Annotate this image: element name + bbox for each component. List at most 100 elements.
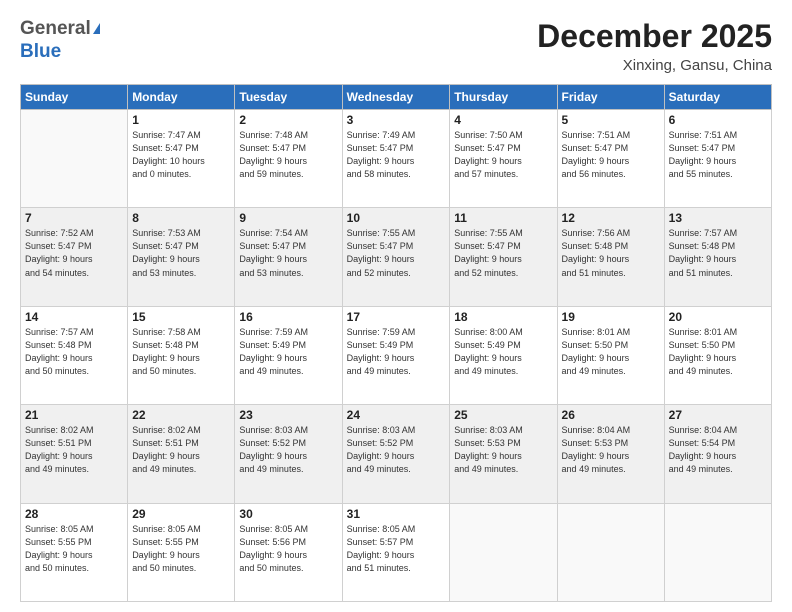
cell-details: Sunrise: 7:52 AM Sunset: 5:47 PM Dayligh… [25, 227, 123, 279]
logo: General Blue [20, 18, 100, 64]
calendar-cell: 13 Sunrise: 7:57 AM Sunset: 5:48 PM Dayli… [664, 208, 771, 306]
cell-details: Sunrise: 7:59 AM Sunset: 5:49 PM Dayligh… [347, 326, 446, 378]
cell-details: Sunrise: 8:01 AM Sunset: 5:50 PM Dayligh… [562, 326, 660, 378]
calendar-cell: 15 Sunrise: 7:58 AM Sunset: 5:48 PM Dayli… [128, 306, 235, 404]
logo-general: General [20, 18, 91, 39]
day-number: 20 [669, 310, 767, 324]
header: General Blue December 2025 Xinxing, Gans… [20, 18, 772, 74]
logo-triangle-icon [93, 23, 100, 34]
cell-details: Sunrise: 7:50 AM Sunset: 5:47 PM Dayligh… [454, 129, 552, 181]
calendar-week-row: 1 Sunrise: 7:47 AM Sunset: 5:47 PM Daylig… [21, 110, 772, 208]
day-number: 11 [454, 211, 552, 225]
day-number: 14 [25, 310, 123, 324]
calendar-header-row: SundayMondayTuesdayWednesdayThursdayFrid… [21, 85, 772, 110]
calendar-cell: 30Sunrise: 8:05 AM Sunset: 5:56 PM Dayli… [235, 503, 342, 601]
cell-details: Sunrise: 8:02 AM Sunset: 5:51 PM Dayligh… [132, 424, 230, 476]
day-number: 4 [454, 113, 552, 127]
day-number: 9 [239, 211, 337, 225]
day-header-sunday: Sunday [21, 85, 128, 110]
calendar-cell: 4 Sunrise: 7:50 AM Sunset: 5:47 PM Daylig… [450, 110, 557, 208]
calendar-cell: 3 Sunrise: 7:49 AM Sunset: 5:47 PM Daylig… [342, 110, 450, 208]
day-number: 15 [132, 310, 230, 324]
cell-details: Sunrise: 7:55 AM Sunset: 5:47 PM Dayligh… [454, 227, 552, 279]
cell-details: Sunrise: 8:03 AM Sunset: 5:52 PM Dayligh… [347, 424, 446, 476]
day-header-wednesday: Wednesday [342, 85, 450, 110]
calendar-cell: 29 Sunrise: 8:05 AM Sunset: 5:55 PM Dayli… [128, 503, 235, 601]
day-number: 27 [669, 408, 767, 422]
calendar-cell: 2Sunrise: 7:48 AM Sunset: 5:47 PM Daylig… [235, 110, 342, 208]
day-number: 8 [132, 211, 230, 225]
cell-details: Sunrise: 7:59 AM Sunset: 5:49 PM Dayligh… [239, 326, 337, 378]
day-number: 23 [239, 408, 337, 422]
day-header-saturday: Saturday [664, 85, 771, 110]
day-header-thursday: Thursday [450, 85, 557, 110]
day-number: 26 [562, 408, 660, 422]
cell-details: Sunrise: 8:01 AM Sunset: 5:50 PM Dayligh… [669, 326, 767, 378]
calendar-cell [450, 503, 557, 601]
day-number: 10 [347, 211, 446, 225]
calendar-cell: 10 Sunrise: 7:55 AM Sunset: 5:47 PM Dayli… [342, 208, 450, 306]
cell-details: Sunrise: 7:57 AM Sunset: 5:48 PM Dayligh… [669, 227, 767, 279]
calendar-cell: 23Sunrise: 8:03 AM Sunset: 5:52 PM Dayli… [235, 405, 342, 503]
cell-details: Sunrise: 7:49 AM Sunset: 5:47 PM Dayligh… [347, 129, 446, 181]
day-number: 6 [669, 113, 767, 127]
cell-details: Sunrise: 8:03 AM Sunset: 5:53 PM Dayligh… [454, 424, 552, 476]
calendar-cell: 14 Sunrise: 7:57 AM Sunset: 5:48 PM Dayli… [21, 306, 128, 404]
cell-details: Sunrise: 8:04 AM Sunset: 5:54 PM Dayligh… [669, 424, 767, 476]
day-number: 31 [347, 507, 446, 521]
cell-details: Sunrise: 7:54 AM Sunset: 5:47 PM Dayligh… [239, 227, 337, 279]
calendar-cell: 24 Sunrise: 8:03 AM Sunset: 5:52 PM Dayli… [342, 405, 450, 503]
title-block: December 2025 Xinxing, Gansu, China [537, 18, 772, 74]
calendar-cell: 7 Sunrise: 7:52 AM Sunset: 5:47 PM Daylig… [21, 208, 128, 306]
calendar-cell: 11 Sunrise: 7:55 AM Sunset: 5:47 PM Dayli… [450, 208, 557, 306]
calendar-cell: 1 Sunrise: 7:47 AM Sunset: 5:47 PM Daylig… [128, 110, 235, 208]
cell-details: Sunrise: 7:56 AM Sunset: 5:48 PM Dayligh… [562, 227, 660, 279]
cell-details: Sunrise: 7:57 AM Sunset: 5:48 PM Dayligh… [25, 326, 123, 378]
calendar-cell: 22 Sunrise: 8:02 AM Sunset: 5:51 PM Dayli… [128, 405, 235, 503]
calendar-week-row: 14 Sunrise: 7:57 AM Sunset: 5:48 PM Dayli… [21, 306, 772, 404]
day-number: 12 [562, 211, 660, 225]
cell-details: Sunrise: 8:05 AM Sunset: 5:57 PM Dayligh… [347, 523, 446, 575]
day-number: 22 [132, 408, 230, 422]
day-number: 1 [132, 113, 230, 127]
calendar-cell: 19Sunrise: 8:01 AM Sunset: 5:50 PM Dayli… [557, 306, 664, 404]
day-number: 13 [669, 211, 767, 225]
day-number: 3 [347, 113, 446, 127]
day-header-friday: Friday [557, 85, 664, 110]
day-number: 25 [454, 408, 552, 422]
calendar-cell: 16 Sunrise: 7:59 AM Sunset: 5:49 PM Dayli… [235, 306, 342, 404]
day-number: 16 [239, 310, 337, 324]
calendar-cell [21, 110, 128, 208]
calendar-cell: 6 Sunrise: 7:51 AM Sunset: 5:47 PM Daylig… [664, 110, 771, 208]
calendar-cell [557, 503, 664, 601]
calendar-week-row: 21Sunrise: 8:02 AM Sunset: 5:51 PM Dayli… [21, 405, 772, 503]
calendar-cell: 9 Sunrise: 7:54 AM Sunset: 5:47 PM Daylig… [235, 208, 342, 306]
day-number: 5 [562, 113, 660, 127]
cell-details: Sunrise: 8:04 AM Sunset: 5:53 PM Dayligh… [562, 424, 660, 476]
location: Xinxing, Gansu, China [537, 57, 772, 74]
calendar-cell: 31 Sunrise: 8:05 AM Sunset: 5:57 PM Dayli… [342, 503, 450, 601]
calendar-cell: 8Sunrise: 7:53 AM Sunset: 5:47 PM Daylig… [128, 208, 235, 306]
calendar-cell: 27 Sunrise: 8:04 AM Sunset: 5:54 PM Dayli… [664, 405, 771, 503]
day-number: 7 [25, 211, 123, 225]
cell-details: Sunrise: 8:00 AM Sunset: 5:49 PM Dayligh… [454, 326, 552, 378]
cell-details: Sunrise: 7:58 AM Sunset: 5:48 PM Dayligh… [132, 326, 230, 378]
cell-details: Sunrise: 8:02 AM Sunset: 5:51 PM Dayligh… [25, 424, 123, 476]
month-title: December 2025 [537, 18, 772, 55]
calendar-week-row: 28 Sunrise: 8:05 AM Sunset: 5:55 PM Dayli… [21, 503, 772, 601]
cell-details: Sunrise: 7:51 AM Sunset: 5:47 PM Dayligh… [669, 129, 767, 181]
logo-blue: Blue [20, 41, 61, 62]
calendar-cell: 12 Sunrise: 7:56 AM Sunset: 5:48 PM Dayli… [557, 208, 664, 306]
day-number: 30 [239, 507, 337, 521]
calendar-cell: 26 Sunrise: 8:04 AM Sunset: 5:53 PM Dayli… [557, 405, 664, 503]
calendar-cell: 18Sunrise: 8:00 AM Sunset: 5:49 PM Dayli… [450, 306, 557, 404]
cell-details: Sunrise: 8:05 AM Sunset: 5:55 PM Dayligh… [132, 523, 230, 575]
day-number: 2 [239, 113, 337, 127]
cell-details: Sunrise: 7:55 AM Sunset: 5:47 PM Dayligh… [347, 227, 446, 279]
page: General Blue December 2025 Xinxing, Gans… [0, 0, 792, 612]
day-number: 29 [132, 507, 230, 521]
day-number: 28 [25, 507, 123, 521]
day-header-tuesday: Tuesday [235, 85, 342, 110]
cell-details: Sunrise: 7:47 AM Sunset: 5:47 PM Dayligh… [132, 129, 230, 181]
day-number: 24 [347, 408, 446, 422]
